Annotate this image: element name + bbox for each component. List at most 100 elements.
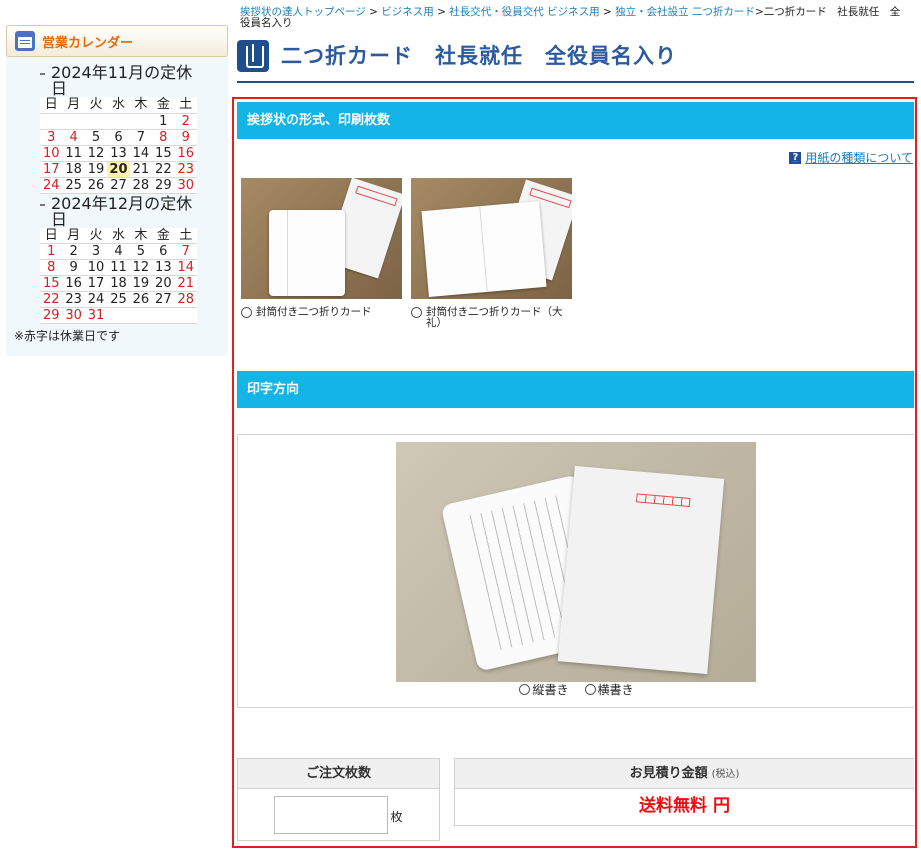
calendar-day: 26: [129, 291, 153, 308]
calendar-december: 日月火水木金土 1 2 3 4 5 6 7 8 9 10 11 12 13 14 15 16 17 18 19 20 2…: [40, 227, 197, 324]
calendar-day: 15: [40, 275, 63, 292]
weekday-header: 土: [174, 227, 197, 244]
calendar-day: 2: [62, 243, 85, 260]
calendar-day: 21: [174, 275, 197, 292]
breadcrumb-separator: >: [365, 6, 382, 18]
breadcrumb: 挨拶状の達人トップページ > ビジネス用 > 社長交代・役員交代 ビジネス用 >…: [240, 7, 910, 29]
month-title-text: 2024年12月の定休日: [51, 193, 193, 229]
month-title-text: 2024年11月の定休日: [51, 63, 193, 98]
calendar-day: 9: [62, 259, 85, 276]
help-icon: ?: [789, 151, 802, 164]
calendar-day: 3: [40, 129, 63, 146]
breadcrumb-link-business[interactable]: ビジネス用: [381, 6, 434, 18]
paper-option-radio-row[interactable]: 封筒付き二つ折りカード: [241, 307, 402, 318]
calendar-day: 10: [84, 259, 108, 276]
calendar-title: 営業カレンダー: [42, 35, 134, 51]
calendar-week-row: 12: [40, 112, 197, 130]
calendar-day: 17: [40, 161, 63, 178]
weekday-header: 金: [152, 227, 175, 244]
calendar-icon: [15, 31, 35, 51]
calendar-week-row: 1234567: [40, 243, 197, 260]
calendar-day: 27: [152, 291, 175, 308]
calendar-day: 21: [129, 161, 153, 178]
calendar-day: 6: [152, 243, 175, 260]
calendar-day: 27: [107, 177, 130, 194]
calendar-note: ※赤字は休業日です: [14, 329, 121, 343]
paper-types-help-link[interactable]: ? 用紙の種類について: [789, 149, 913, 166]
weekday-header: 火: [84, 227, 108, 244]
calendar-day: 28: [174, 291, 197, 308]
calendar-day: 3: [84, 243, 108, 260]
calendar-day: 31: [84, 307, 108, 324]
section-format-title: 挨拶状の形式、印刷枚数: [237, 102, 914, 139]
calendar-day: 4: [107, 243, 130, 260]
calendar-day: [62, 112, 85, 130]
calendar-week-row: 10 11 12 13 14 15 16: [40, 145, 197, 162]
paper-option-standard[interactable]: 封筒付き二つ折りカード: [241, 178, 402, 318]
month-title-november: 2024年11月の定休日: [40, 65, 200, 97]
paper-radio-large[interactable]: [411, 307, 422, 318]
calendar-week-row: 8 9 10 11 12 13 14: [40, 259, 197, 276]
weekday-header: 水: [107, 227, 130, 244]
calendar-day: 23: [174, 161, 197, 178]
price-header-label: お見積り金額: [629, 766, 708, 781]
calendar-day: 5: [84, 129, 108, 146]
weekday-header: 金: [152, 97, 175, 113]
bullet-icon: [40, 73, 45, 75]
weekday-header: 水: [107, 97, 130, 113]
direction-radio-vertical[interactable]: [519, 684, 531, 695]
calendar-day: 13: [152, 259, 175, 276]
section-direction-title: 印字方向: [237, 371, 914, 408]
calendar-day: 20: [152, 275, 175, 292]
calendar-day: 8: [40, 259, 63, 276]
calendar-day: 25: [107, 291, 130, 308]
weekday-header-row: 日月火水木金土: [40, 227, 197, 244]
print-direction-photo: [396, 442, 756, 682]
calendar-day: 15: [152, 145, 175, 162]
price-value: 送料無料 円: [639, 796, 730, 816]
paper-option-label: 封筒付き二つ折りカード（大礼）: [426, 306, 563, 329]
calendar-day: 7: [129, 129, 153, 146]
direction-option-vertical[interactable]: 縦書き: [519, 681, 569, 698]
quantity-header: ご注文枚数: [238, 759, 439, 789]
calendar-day: [129, 307, 153, 324]
calendar-day: [129, 112, 153, 130]
calendar-day: [40, 112, 63, 130]
breadcrumb-separator: >: [599, 6, 616, 18]
paper-option-label: 封筒付き二つ折りカード: [256, 306, 372, 318]
folded-card-image: [421, 201, 547, 297]
print-direction-box: 縦書き 横書き: [237, 434, 914, 708]
page-heading: 二つ折カード 社長就任 全役員名入り: [237, 40, 914, 83]
calendar-day: 30: [174, 177, 197, 194]
order-form: 挨拶状の形式、印刷枚数 ? 用紙の種類について 封筒付き二つ折りカード 封筒付き…: [232, 97, 917, 848]
calendar-day: 6: [107, 129, 130, 146]
calendar-day: 18: [107, 275, 130, 292]
paper-option-radio-row[interactable]: 封筒付き二つ折りカード（大礼）: [411, 307, 572, 329]
folded-card-image: [269, 210, 345, 296]
month-title-december: 2024年12月の定休日: [40, 193, 200, 229]
paper-types-help-label: 用紙の種類について: [805, 151, 913, 165]
calendar-day: 2: [174, 112, 197, 130]
breadcrumb-link-founding[interactable]: 独立・会社設立 二つ折カード: [615, 6, 755, 18]
page-title: 二つ折カード 社長就任 全役員名入り: [281, 44, 677, 68]
calendar-day: 14: [129, 145, 153, 162]
weekday-header: 月: [62, 227, 85, 244]
quantity-box: ご注文枚数 枚: [237, 758, 440, 841]
direction-option-horizontal[interactable]: 横書き: [584, 681, 634, 698]
paper-radio-standard[interactable]: [241, 307, 252, 318]
calendar-day: [107, 112, 130, 130]
card-logo-icon: [237, 40, 269, 72]
quantity-input[interactable]: [274, 796, 389, 834]
breadcrumb-link-president-change[interactable]: 社長交代・役員交代 ビジネス用: [449, 6, 599, 18]
calendar-day: 9: [174, 129, 197, 146]
calendar-day: 18: [62, 161, 85, 178]
paper-option-large[interactable]: 封筒付き二つ折りカード（大礼）: [411, 178, 572, 329]
calendar-day: 20: [107, 161, 130, 178]
calendar-day: 30: [62, 307, 85, 324]
price-tax-note: (税込): [711, 769, 740, 780]
calendar-day: 11: [107, 259, 130, 276]
direction-radio-horizontal[interactable]: [584, 684, 596, 695]
quantity-unit: 枚: [390, 810, 403, 824]
calendar-day: 26: [84, 177, 108, 194]
weekday-header: 月: [62, 97, 85, 113]
